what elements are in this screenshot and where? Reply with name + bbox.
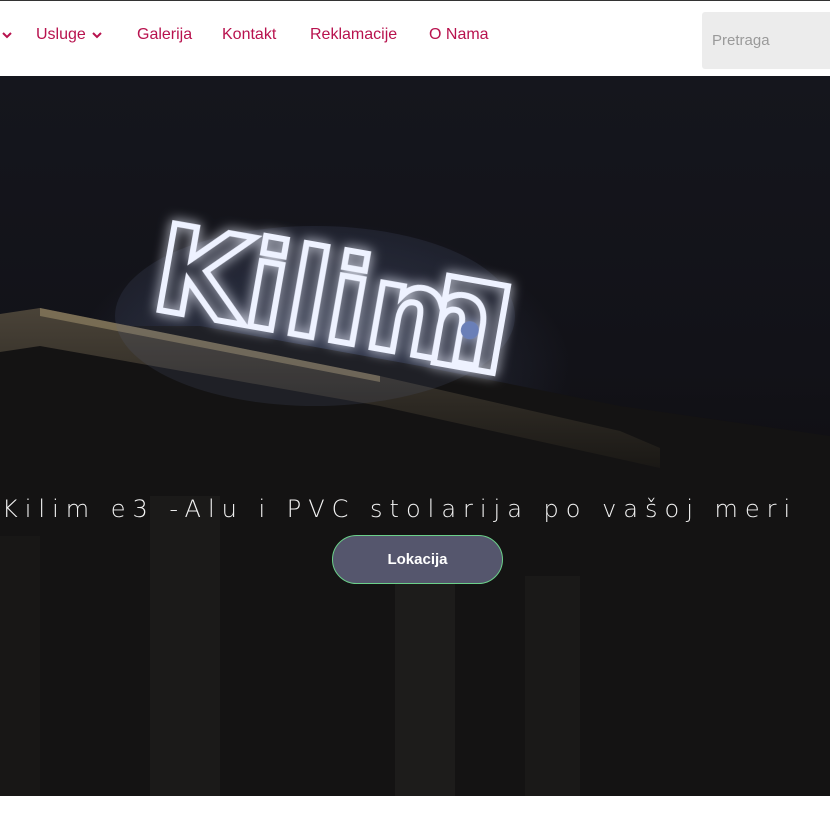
nav-item-reklamacije[interactable]: Reklamacije: [310, 23, 397, 47]
hero-tagline: Kilim e3 -Alu i PVC stolarija po vašoj m…: [2, 495, 798, 523]
header: Usluge Galerija Kontakt Reklamacije O Na…: [0, 0, 830, 76]
nav-item-usluge[interactable]: Usluge: [36, 23, 102, 47]
chevron-down-icon: [92, 30, 102, 40]
chevron-down-icon: [2, 30, 12, 40]
location-button[interactable]: Lokacija: [332, 535, 503, 584]
hero-banner: Kilim Kilim e3 -Alu i PVC stolarija po v…: [0, 76, 830, 796]
nav-item-kontakt[interactable]: Kontakt: [222, 23, 276, 47]
nav-item-label: Usluge: [36, 26, 86, 43]
hero-background-image: Kilim: [0, 197, 830, 796]
nav-item-galerija[interactable]: Galerija: [137, 23, 192, 47]
page-below-hero: [0, 796, 830, 830]
nav-prev-dropdown-chevron[interactable]: [0, 23, 12, 47]
search-input[interactable]: [702, 12, 830, 69]
nav-item-o-nama[interactable]: O Nama: [429, 23, 489, 47]
